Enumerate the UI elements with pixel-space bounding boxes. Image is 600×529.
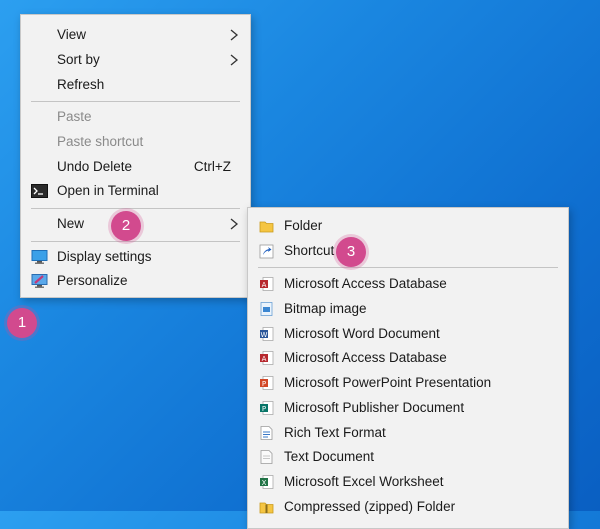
submenu-item-word-document[interactable]: W Microsoft Word Document bbox=[248, 322, 568, 346]
submenu-item-bitmap-image[interactable]: Bitmap image bbox=[248, 297, 568, 321]
menu-item-label: Display settings bbox=[57, 249, 152, 264]
publisher-icon: P bbox=[260, 401, 274, 415]
submenu-item-shortcut[interactable]: Shortcut bbox=[248, 239, 568, 263]
text-document-icon bbox=[260, 450, 273, 464]
callout-step-2: 2 bbox=[111, 211, 141, 241]
submenu-item-powerpoint-presentation[interactable]: P Microsoft PowerPoint Presentation bbox=[248, 371, 568, 395]
rich-text-icon bbox=[260, 426, 273, 440]
menu-item-label: Microsoft Word Document bbox=[284, 326, 440, 341]
personalize-icon bbox=[31, 274, 48, 288]
menu-item-display-settings[interactable]: Display settings bbox=[21, 245, 250, 269]
menu-item-label: Microsoft Publisher Document bbox=[284, 400, 465, 415]
bitmap-image-icon bbox=[260, 302, 273, 316]
keyboard-shortcut: Ctrl+Z bbox=[193, 159, 231, 174]
submenu-item-publisher-document[interactable]: P Microsoft Publisher Document bbox=[248, 396, 568, 420]
menu-item-label: Compressed (zipped) Folder bbox=[284, 499, 456, 514]
menu-item-label: Folder bbox=[284, 218, 323, 233]
menu-item-label: Paste bbox=[57, 109, 92, 124]
menu-item-sort-by[interactable]: Sort by bbox=[21, 48, 250, 72]
svg-text:P: P bbox=[262, 405, 266, 413]
menu-separator bbox=[31, 241, 240, 242]
menu-separator bbox=[31, 208, 240, 209]
menu-item-label: Microsoft Access Database bbox=[284, 276, 447, 291]
access-database-icon: A bbox=[260, 277, 274, 291]
menu-item-refresh[interactable]: Refresh bbox=[21, 73, 250, 97]
svg-text:A: A bbox=[262, 355, 267, 363]
menu-separator bbox=[258, 267, 558, 268]
menu-item-label: New bbox=[57, 216, 85, 231]
menu-item-label: Undo Delete bbox=[57, 159, 133, 174]
chevron-right-icon bbox=[230, 29, 239, 41]
menu-item-open-in-terminal[interactable]: Open in Terminal bbox=[21, 179, 250, 203]
menu-item-paste-shortcut: Paste shortcut bbox=[21, 130, 250, 154]
access-database-icon: A bbox=[260, 351, 274, 365]
menu-item-label: Paste shortcut bbox=[57, 134, 144, 149]
submenu-item-zipped-folder[interactable]: Compressed (zipped) Folder bbox=[248, 495, 568, 519]
submenu-item-excel-worksheet[interactable]: X Microsoft Excel Worksheet bbox=[248, 470, 568, 494]
menu-item-label: Microsoft Access Database bbox=[284, 350, 447, 365]
menu-item-label: Personalize bbox=[57, 273, 128, 288]
callout-step-3: 3 bbox=[336, 237, 366, 267]
menu-item-label: Sort by bbox=[57, 52, 100, 67]
submenu-item-rich-text-format[interactable]: Rich Text Format bbox=[248, 421, 568, 445]
powerpoint-icon: P bbox=[260, 376, 274, 390]
shortcut-arrow-icon bbox=[259, 244, 274, 259]
menu-item-personalize[interactable]: Personalize bbox=[21, 269, 250, 293]
svg-text:X: X bbox=[262, 479, 267, 487]
folder-icon bbox=[259, 221, 274, 233]
menu-item-label: View bbox=[57, 27, 87, 42]
menu-item-label: Microsoft Excel Worksheet bbox=[284, 474, 444, 489]
desktop-context-menu: View Sort by Refresh Paste Paste shortcu… bbox=[20, 14, 251, 298]
submenu-item-text-document[interactable]: Text Document bbox=[248, 445, 568, 469]
submenu-item-access-database[interactable]: A Microsoft Access Database bbox=[248, 272, 568, 296]
menu-item-label: Open in Terminal bbox=[57, 183, 159, 198]
menu-item-label: Shortcut bbox=[284, 243, 335, 258]
menu-item-paste: Paste bbox=[21, 105, 250, 129]
menu-item-label: Bitmap image bbox=[284, 301, 367, 316]
chevron-right-icon bbox=[230, 218, 239, 230]
menu-item-view[interactable]: View bbox=[21, 23, 250, 47]
callout-step-1: 1 bbox=[7, 308, 37, 338]
word-document-icon: W bbox=[260, 327, 274, 341]
excel-icon: X bbox=[260, 475, 274, 489]
svg-text:A: A bbox=[262, 281, 267, 289]
zip-folder-icon bbox=[259, 502, 274, 514]
menu-separator bbox=[31, 101, 240, 102]
menu-item-undo-delete[interactable]: Undo Delete Ctrl+Z bbox=[21, 155, 250, 179]
chevron-right-icon bbox=[230, 54, 239, 66]
svg-text:W: W bbox=[261, 331, 268, 339]
menu-item-label: Text Document bbox=[284, 449, 375, 464]
submenu-item-folder[interactable]: Folder bbox=[248, 214, 568, 238]
menu-item-label: Microsoft PowerPoint Presentation bbox=[284, 375, 492, 390]
submenu-item-access-database-2[interactable]: A Microsoft Access Database bbox=[248, 346, 568, 370]
new-submenu: Folder Shortcut A Microsoft Access Datab… bbox=[247, 207, 569, 529]
terminal-icon bbox=[31, 184, 48, 198]
menu-item-label: Rich Text Format bbox=[284, 425, 386, 440]
svg-text:P: P bbox=[262, 380, 266, 388]
monitor-icon bbox=[31, 250, 48, 264]
menu-item-label: Refresh bbox=[57, 77, 105, 92]
